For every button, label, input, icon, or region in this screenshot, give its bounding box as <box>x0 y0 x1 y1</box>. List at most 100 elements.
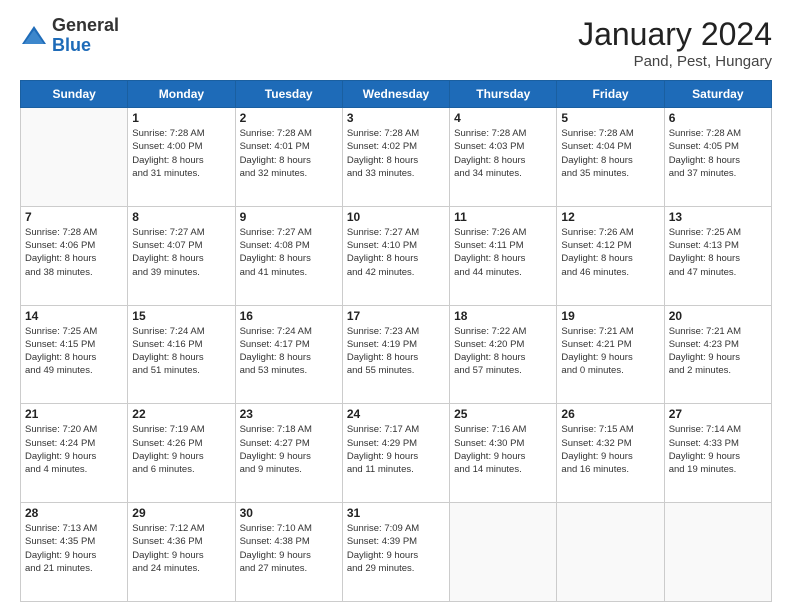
day-info: Sunrise: 7:15 AMSunset: 4:32 PMDaylight:… <box>561 423 659 476</box>
day-header-monday: Monday <box>128 81 235 108</box>
calendar-cell: 8Sunrise: 7:27 AMSunset: 4:07 PMDaylight… <box>128 206 235 305</box>
calendar-cell: 26 Sunrise: 7:15 AMSunset: 4:32 PMDayligh… <box>557 404 664 503</box>
calendar-cell: 9 Sunrise: 7:27 AMSunset: 4:08 PMDaylight… <box>235 206 342 305</box>
day-info: Sunrise: 7:21 AMSunset: 4:23 PMDaylight:… <box>669 325 767 378</box>
day-number: 21 <box>25 407 123 421</box>
day-number: 1 <box>132 111 230 125</box>
day-info: Sunrise: 7:27 AMSunset: 4:07 PMDaylight:… <box>132 226 230 279</box>
calendar-cell: 28Sunrise: 7:13 AMSunset: 4:35 PMDayligh… <box>21 503 128 602</box>
calendar-cell: 5Sunrise: 7:28 AMSunset: 4:04 PMDaylight… <box>557 108 664 207</box>
logo-blue-text: Blue <box>52 36 119 56</box>
calendar-cell <box>664 503 771 602</box>
calendar-header-row: SundayMondayTuesdayWednesdayThursdayFrid… <box>21 81 772 108</box>
day-header-tuesday: Tuesday <box>235 81 342 108</box>
calendar-cell: 11Sunrise: 7:26 AMSunset: 4:11 PMDayligh… <box>450 206 557 305</box>
day-number: 12 <box>561 210 659 224</box>
day-number: 24 <box>347 407 445 421</box>
calendar-cell: 1 Sunrise: 7:28 AMSunset: 4:00 PMDaylight… <box>128 108 235 207</box>
day-info: Sunrise: 7:28 AMSunset: 4:01 PMDaylight:… <box>240 127 338 180</box>
day-info: Sunrise: 7:25 AMSunset: 4:13 PMDaylight:… <box>669 226 767 279</box>
day-header-wednesday: Wednesday <box>342 81 449 108</box>
calendar-cell <box>450 503 557 602</box>
day-number: 23 <box>240 407 338 421</box>
calendar-cell: 16 Sunrise: 7:24 AMSunset: 4:17 PMDayligh… <box>235 305 342 404</box>
calendar-cell: 10 Sunrise: 7:27 AMSunset: 4:10 PMDayligh… <box>342 206 449 305</box>
day-number: 7 <box>25 210 123 224</box>
calendar-cell <box>557 503 664 602</box>
day-number: 25 <box>454 407 552 421</box>
calendar-cell: 27 Sunrise: 7:14 AMSunset: 4:33 PMDayligh… <box>664 404 771 503</box>
calendar-cell: 12 Sunrise: 7:26 AMSunset: 4:12 PMDayligh… <box>557 206 664 305</box>
day-number: 22 <box>132 407 230 421</box>
day-number: 13 <box>669 210 767 224</box>
calendar-cell: 22 Sunrise: 7:19 AMSunset: 4:26 PMDayligh… <box>128 404 235 503</box>
calendar-cell: 19Sunrise: 7:21 AMSunset: 4:21 PMDayligh… <box>557 305 664 404</box>
day-number: 10 <box>347 210 445 224</box>
day-info: Sunrise: 7:28 AMSunset: 4:02 PMDaylight:… <box>347 127 445 180</box>
day-info: Sunrise: 7:22 AMSunset: 4:20 PMDaylight:… <box>454 325 552 378</box>
day-info: Sunrise: 7:27 AMSunset: 4:10 PMDaylight:… <box>347 226 445 279</box>
day-number: 6 <box>669 111 767 125</box>
day-info: Sunrise: 7:14 AMSunset: 4:33 PMDaylight:… <box>669 423 767 476</box>
logo: General Blue <box>20 16 119 56</box>
calendar-week-4: 21 Sunrise: 7:20 AMSunset: 4:24 PMDayligh… <box>21 404 772 503</box>
calendar-cell: 23Sunrise: 7:18 AMSunset: 4:27 PMDayligh… <box>235 404 342 503</box>
day-number: 27 <box>669 407 767 421</box>
calendar-week-5: 28Sunrise: 7:13 AMSunset: 4:35 PMDayligh… <box>21 503 772 602</box>
day-info: Sunrise: 7:26 AMSunset: 4:12 PMDaylight:… <box>561 226 659 279</box>
logo-icon <box>20 22 48 50</box>
calendar-cell: 25 Sunrise: 7:16 AMSunset: 4:30 PMDayligh… <box>450 404 557 503</box>
calendar-cell: 4Sunrise: 7:28 AMSunset: 4:03 PMDaylight… <box>450 108 557 207</box>
day-number: 20 <box>669 309 767 323</box>
calendar-cell: 13 Sunrise: 7:25 AMSunset: 4:13 PMDayligh… <box>664 206 771 305</box>
day-info: Sunrise: 7:24 AMSunset: 4:17 PMDaylight:… <box>240 325 338 378</box>
page: General Blue January 2024 Pand, Pest, Hu… <box>0 0 792 612</box>
day-number: 3 <box>347 111 445 125</box>
title-block: January 2024 Pand, Pest, Hungary <box>578 16 772 70</box>
calendar-cell: 18 Sunrise: 7:22 AMSunset: 4:20 PMDayligh… <box>450 305 557 404</box>
day-number: 26 <box>561 407 659 421</box>
day-info: Sunrise: 7:26 AMSunset: 4:11 PMDaylight:… <box>454 226 552 279</box>
day-info: Sunrise: 7:12 AMSunset: 4:36 PMDaylight:… <box>132 522 230 575</box>
calendar-cell <box>21 108 128 207</box>
day-info: Sunrise: 7:28 AMSunset: 4:00 PMDaylight:… <box>132 127 230 180</box>
day-header-thursday: Thursday <box>450 81 557 108</box>
day-info: Sunrise: 7:28 AMSunset: 4:05 PMDaylight:… <box>669 127 767 180</box>
day-info: Sunrise: 7:17 AMSunset: 4:29 PMDaylight:… <box>347 423 445 476</box>
day-number: 31 <box>347 506 445 520</box>
day-info: Sunrise: 7:09 AMSunset: 4:39 PMDaylight:… <box>347 522 445 575</box>
day-number: 18 <box>454 309 552 323</box>
day-number: 14 <box>25 309 123 323</box>
calendar-week-2: 7Sunrise: 7:28 AMSunset: 4:06 PMDaylight… <box>21 206 772 305</box>
day-info: Sunrise: 7:28 AMSunset: 4:03 PMDaylight:… <box>454 127 552 180</box>
day-info: Sunrise: 7:10 AMSunset: 4:38 PMDaylight:… <box>240 522 338 575</box>
calendar-cell: 24 Sunrise: 7:17 AMSunset: 4:29 PMDayligh… <box>342 404 449 503</box>
calendar-table: SundayMondayTuesdayWednesdayThursdayFrid… <box>20 80 772 602</box>
calendar-cell: 30 Sunrise: 7:10 AMSunset: 4:38 PMDayligh… <box>235 503 342 602</box>
day-info: Sunrise: 7:27 AMSunset: 4:08 PMDaylight:… <box>240 226 338 279</box>
logo-text: General Blue <box>52 16 119 56</box>
day-info: Sunrise: 7:20 AMSunset: 4:24 PMDaylight:… <box>25 423 123 476</box>
day-number: 16 <box>240 309 338 323</box>
day-number: 15 <box>132 309 230 323</box>
day-number: 28 <box>25 506 123 520</box>
day-info: Sunrise: 7:28 AMSunset: 4:04 PMDaylight:… <box>561 127 659 180</box>
day-number: 29 <box>132 506 230 520</box>
calendar-title: January 2024 <box>578 16 772 53</box>
day-info: Sunrise: 7:24 AMSunset: 4:16 PMDaylight:… <box>132 325 230 378</box>
calendar-cell: 21 Sunrise: 7:20 AMSunset: 4:24 PMDayligh… <box>21 404 128 503</box>
day-number: 9 <box>240 210 338 224</box>
calendar-cell: 20 Sunrise: 7:21 AMSunset: 4:23 PMDayligh… <box>664 305 771 404</box>
calendar-cell: 6 Sunrise: 7:28 AMSunset: 4:05 PMDaylight… <box>664 108 771 207</box>
calendar-week-3: 14 Sunrise: 7:25 AMSunset: 4:15 PMDayligh… <box>21 305 772 404</box>
day-info: Sunrise: 7:25 AMSunset: 4:15 PMDaylight:… <box>25 325 123 378</box>
calendar-cell: 7Sunrise: 7:28 AMSunset: 4:06 PMDaylight… <box>21 206 128 305</box>
calendar-cell: 15 Sunrise: 7:24 AMSunset: 4:16 PMDayligh… <box>128 305 235 404</box>
day-info: Sunrise: 7:19 AMSunset: 4:26 PMDaylight:… <box>132 423 230 476</box>
calendar-cell: 31 Sunrise: 7:09 AMSunset: 4:39 PMDayligh… <box>342 503 449 602</box>
day-header-saturday: Saturday <box>664 81 771 108</box>
calendar-cell: 17Sunrise: 7:23 AMSunset: 4:19 PMDayligh… <box>342 305 449 404</box>
day-number: 30 <box>240 506 338 520</box>
day-info: Sunrise: 7:16 AMSunset: 4:30 PMDaylight:… <box>454 423 552 476</box>
calendar-cell: 3 Sunrise: 7:28 AMSunset: 4:02 PMDaylight… <box>342 108 449 207</box>
